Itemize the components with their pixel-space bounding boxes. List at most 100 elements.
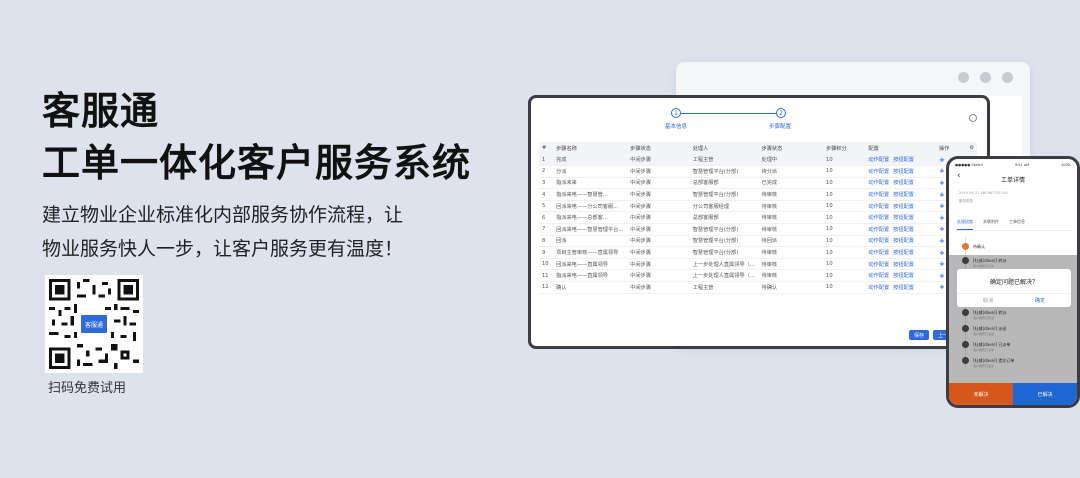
table-cell: 待审核 bbox=[758, 223, 824, 236]
table-cell: 10 bbox=[823, 177, 866, 190]
add-icon[interactable]: + bbox=[939, 249, 945, 257]
config-cell: 动作配置 按钮配置 bbox=[865, 211, 936, 225]
action-config-link[interactable]: 动作配置 bbox=[868, 273, 889, 279]
tab-attachments[interactable]: 关联附件 bbox=[983, 219, 999, 230]
table-row[interactable]: 5 回派来电——分公司客服… 中间步骤 分公司客服经理 待审核 10 动作配置 按钮配置 + bbox=[539, 200, 977, 213]
table-row[interactable]: 7 回派来电——智慧管理平台… 中间步骤 智慧管理平台(分部) 待审核 10 动作配置 按钮配… bbox=[539, 223, 977, 236]
step-1-label: 基本信息 bbox=[665, 124, 688, 130]
button-config-link[interactable]: 按钮配置 bbox=[893, 262, 914, 268]
dialog-ok-button[interactable]: 确定 bbox=[1035, 297, 1045, 304]
table-cell: 分派 bbox=[553, 165, 628, 178]
table-cell: 智慧管理平台(分部) bbox=[689, 235, 759, 248]
table-row[interactable]: 1 完成 中间步骤 工程主管 处理中 10 动作配置 按钮配置 + bbox=[539, 154, 977, 167]
button-config-link[interactable]: 按钮配置 bbox=[893, 169, 914, 175]
button-config-link[interactable]: 按钮配置 bbox=[893, 215, 914, 221]
table-row[interactable]: 9 项目主管审核——直属领导 中间步骤 智慧管理平台(分部) 待审核 10 动作配置 按钮配置… bbox=[539, 246, 977, 259]
table-row[interactable]: 6 指派来电——总部客… 中间步骤 总部客服部 待审核 10 动作配置 按钮配置 + bbox=[539, 211, 977, 225]
add-icon[interactable]: + bbox=[939, 260, 945, 268]
config-cell: 动作配置 按钮配置 bbox=[865, 165, 936, 178]
action-config-link[interactable]: 动作配置 bbox=[868, 250, 889, 256]
col-step-state[interactable]: 步骤状态 bbox=[758, 142, 824, 154]
table-cell: 8 bbox=[539, 235, 554, 248]
table-row[interactable]: 10 回派来电——直属领导 中间步骤 上一步处理人直属领导（… 待审核 10 动作配置 按钮配… bbox=[539, 258, 977, 271]
save-button[interactable]: 保存 bbox=[909, 330, 930, 340]
add-icon[interactable]: + bbox=[939, 283, 945, 291]
action-config-link[interactable]: 动作配置 bbox=[868, 238, 889, 244]
button-config-link[interactable]: 按钮配置 bbox=[893, 250, 914, 256]
config-cell: 动作配置 按钮配置 bbox=[865, 200, 936, 213]
status-carrier: ●●●●● Sketch bbox=[955, 163, 984, 167]
table-cell: 分公司客服经理 bbox=[689, 200, 759, 213]
action-config-link[interactable]: 动作配置 bbox=[868, 227, 889, 233]
button-config-link[interactable]: 按钮配置 bbox=[893, 227, 914, 233]
action-config-link[interactable]: 动作配置 bbox=[868, 157, 889, 163]
button-config-link[interactable]: 按钮配置 bbox=[893, 180, 914, 186]
tab-progress[interactable]: 处理进度 bbox=[957, 219, 973, 230]
add-icon[interactable]: + bbox=[939, 237, 945, 245]
table-cell: 总部客服部 bbox=[689, 211, 759, 225]
step-2-circle[interactable]: 2 bbox=[776, 108, 786, 118]
button-config-link[interactable]: 按钮配置 bbox=[893, 238, 914, 244]
table-cell: 5 bbox=[539, 200, 554, 213]
table-cell: 待审核 bbox=[758, 269, 824, 283]
add-icon[interactable]: + bbox=[939, 167, 945, 175]
add-icon[interactable]: + bbox=[939, 179, 945, 187]
config-cell: 动作配置 按钮配置 bbox=[865, 269, 936, 283]
add-icon[interactable]: + bbox=[939, 202, 945, 210]
tab-ticket-info[interactable]: 工单信息 bbox=[1009, 219, 1025, 230]
window-dot-icon bbox=[1002, 72, 1013, 83]
step-1-circle[interactable]: 1 bbox=[671, 108, 681, 118]
column-settings-icon[interactable]: ⚙ bbox=[966, 142, 977, 154]
add-icon[interactable]: + bbox=[939, 156, 945, 164]
table-cell: 完成 bbox=[553, 154, 628, 167]
table-row[interactable]: 11 指派来电——直属领导 中间步骤 上一步处理人直属领导（… 待审核 10 动作配置 按钮配… bbox=[539, 269, 977, 283]
config-cell: 动作配置 按钮配置 bbox=[865, 235, 936, 248]
qr-caption: 扫码免费试用 bbox=[48, 381, 127, 396]
table-row[interactable]: 3 指派未来 中间步骤 总部客服部 已完成 10 动作配置 按钮配置 + bbox=[539, 177, 977, 190]
dialog-cancel-button[interactable]: 取消 bbox=[983, 297, 993, 304]
col-step-name[interactable]: 步骤名称 bbox=[553, 142, 628, 154]
hero-title-line1: 客服通 bbox=[42, 89, 160, 133]
config-cell: 动作配置 按钮配置 bbox=[865, 258, 936, 271]
table-cell: 回派来电——直属领导 bbox=[553, 258, 628, 271]
action-config-link[interactable]: 动作配置 bbox=[868, 285, 889, 291]
action-config-link[interactable]: 动作配置 bbox=[868, 262, 889, 268]
col-step-status[interactable]: 步骤状态 bbox=[627, 142, 690, 154]
qr-code[interactable]: 客服通 bbox=[45, 275, 143, 373]
table-cell: 工程主管 bbox=[689, 281, 759, 294]
action-config-link[interactable]: 动作配置 bbox=[868, 192, 889, 198]
button-config-link[interactable]: 按钮配置 bbox=[893, 157, 914, 163]
window-dot-icon bbox=[958, 72, 969, 83]
table-cell: 3 bbox=[539, 177, 554, 190]
resolved-button[interactable]: 已解决 bbox=[1013, 383, 1077, 405]
col-handler[interactable]: 处理人 bbox=[689, 142, 759, 154]
unresolved-button[interactable]: 未解决 bbox=[949, 383, 1013, 405]
table-row[interactable]: 4 指派来电——智慧管… 中间步骤 智慧管理平台(分部) 待审核 10 动作配置 按钮配置 + bbox=[539, 188, 977, 201]
add-icon[interactable]: + bbox=[939, 225, 945, 233]
add-icon[interactable]: + bbox=[939, 272, 945, 280]
confirm-dialog: 确定问题已解决？ 取消 确定 bbox=[957, 269, 1071, 307]
table-cell: 指派来电——智慧管… bbox=[553, 188, 628, 201]
add-icon[interactable]: + bbox=[939, 191, 945, 199]
table-row[interactable]: 2 分派 中间步骤 智慧管理平台(分部) 待分派 10 动作配置 按钮配置 + bbox=[539, 165, 977, 178]
action-config-link[interactable]: 动作配置 bbox=[868, 169, 889, 175]
add-icon[interactable]: + bbox=[939, 214, 945, 222]
table-row[interactable]: 8 回派 中间步骤 智慧管理平台(分部) 待回派 10 动作配置 按钮配置 + bbox=[539, 235, 977, 248]
table-cell: 10 bbox=[823, 154, 866, 167]
table-cell: 待审核 bbox=[758, 200, 824, 213]
action-config-link[interactable]: 动作配置 bbox=[868, 204, 889, 210]
button-config-link[interactable]: 按钮配置 bbox=[893, 273, 914, 279]
step-indicator: 1 2 基本信息 步骤配置 bbox=[665, 108, 801, 132]
table-cell: 中间步骤 bbox=[627, 188, 690, 201]
table-row[interactable]: 12 确认 中间步骤 工程主管 待确认 10 动作配置 按钮配置 + bbox=[539, 281, 977, 294]
button-config-link[interactable]: 按钮配置 bbox=[893, 192, 914, 198]
button-config-link[interactable]: 按钮配置 bbox=[893, 204, 914, 210]
action-config-link[interactable]: 动作配置 bbox=[868, 180, 889, 186]
table-cell: 10 bbox=[823, 211, 866, 225]
settings-icon[interactable] bbox=[969, 114, 977, 122]
action-config-link[interactable]: 动作配置 bbox=[868, 215, 889, 221]
button-config-link[interactable]: 按钮配置 bbox=[893, 285, 914, 291]
config-cell: 动作配置 按钮配置 bbox=[865, 154, 936, 167]
col-step-points[interactable]: 步骤积分 bbox=[823, 142, 866, 154]
table-cell: 智慧管理平台(分部) bbox=[689, 165, 759, 178]
